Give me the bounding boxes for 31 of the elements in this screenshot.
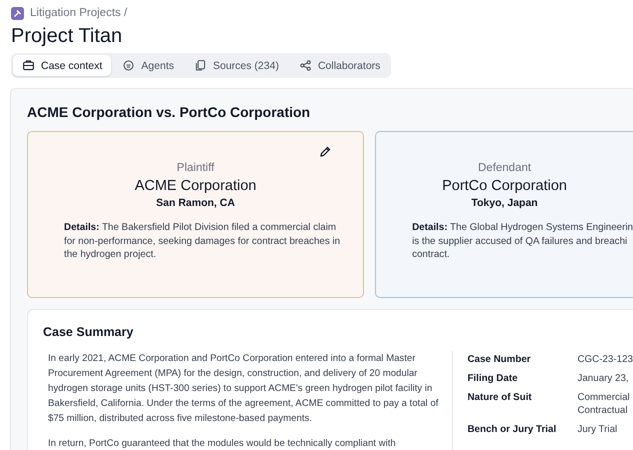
- tab[interactable]: Collaborators: [290, 55, 390, 76]
- case-title: ACME Corporation vs. PortCo Corporation: [27, 104, 312, 120]
- tab[interactable]: Case context: [13, 55, 112, 76]
- share-icon: [298, 59, 312, 72]
- pencil-icon[interactable]: [319, 146, 332, 158]
- party-details: Details: The Bakersfield Pilot Division filed a commercial claim for non-performance, seeking damages for contract breaches in the hydrogen project.: [63, 221, 342, 262]
- party-name: PortCo Corporation: [441, 178, 568, 194]
- field-label: Nature of Suit: [467, 391, 533, 405]
- party-location: San Ramon, CA: [155, 197, 236, 209]
- field-value: January 23,: [577, 372, 630, 385]
- field-value: Jury Trial: [577, 423, 618, 436]
- field-label: Case Number: [467, 353, 532, 366]
- party-name: ACME Corporation: [134, 178, 258, 194]
- field-label: Filing Date: [467, 372, 519, 385]
- summary-paragraph: In early 2021, ACME Corporation and PortCo Corporation entered into a formal Master Procurement Agreement (MPA) for the design, construction, and delivery of 20 modular hydrogen storage units (HST-300 series) to support ACME's green hydrogen pilot facility in Bakersfield, California. Under the terms of the agreement, ACME committed to pay a total of $75 million, distributed across five milestone-based payments.: [48, 352, 440, 426]
- copy-icon: [194, 59, 207, 72]
- page-title: Project Titan: [11, 24, 124, 48]
- field-value: CGC-23-123: [577, 353, 633, 366]
- field-label: Bench or Jury Trial: [467, 423, 558, 436]
- party-role: Plaintiff: [176, 162, 216, 174]
- summary-title: Case Summary: [43, 325, 134, 339]
- party-role: Defendant: [477, 162, 532, 174]
- breadcrumb-link[interactable]: Litigation Projects /: [30, 7, 128, 19]
- tab[interactable]: Sources (234): [185, 55, 288, 76]
- party-location: Tokyo, Japan: [470, 197, 539, 209]
- briefcase-icon: [22, 59, 35, 72]
- party-details: Details: The Global Hydrogen Systems Engineerin is the supplier accused of QA failures and breachi contract.: [411, 221, 633, 262]
- app-logo-icon: [11, 6, 24, 20]
- field-value: Commercial Contractual: [577, 391, 631, 417]
- summary-paragraph: In return, PortCo guaranteed that the modules would be technically compliant with: [48, 437, 397, 450]
- tab[interactable]: Agents: [113, 55, 183, 76]
